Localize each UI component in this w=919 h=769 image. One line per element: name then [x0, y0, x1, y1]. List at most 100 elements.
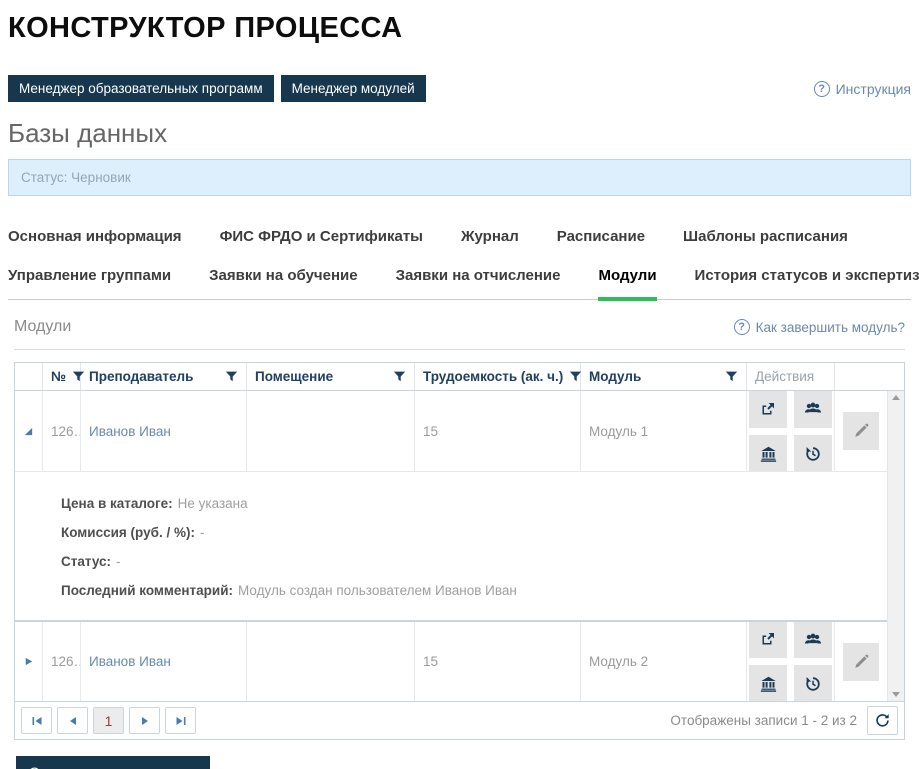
- row-actions: [749, 622, 832, 701]
- users-icon: [804, 401, 822, 416]
- column-header-actions: Действия: [755, 369, 814, 384]
- cell-module: Модуль 2: [581, 622, 747, 701]
- table-row[interactable]: 126… Иванов Иван 15 Модуль 2: [15, 621, 887, 701]
- empty-column-header: [835, 363, 904, 390]
- programs-manager-button[interactable]: Менеджер образовательных программ: [8, 75, 274, 102]
- detail-price-label: Цена в каталоге:: [61, 496, 173, 511]
- detail-comment: Последний комментарий: Модуль создан поль…: [61, 583, 877, 598]
- detail-price-value: Не указана: [178, 496, 248, 511]
- tabs-row-1: Основная информация ФИС ФРДО и Сертифика…: [8, 228, 911, 245]
- expand-column-header: [15, 363, 43, 390]
- previous-page-button[interactable]: [57, 707, 88, 734]
- next-page-button[interactable]: [129, 707, 160, 734]
- instruction-label: Инструкция: [836, 81, 911, 97]
- teacher-link[interactable]: Иванов Иван: [89, 654, 171, 669]
- finish-module-help-label: Как завершить модуль?: [756, 320, 905, 335]
- column-header-room: Помещение: [255, 369, 333, 384]
- group-button[interactable]: [794, 622, 832, 658]
- institution-button[interactable]: [749, 435, 787, 472]
- tab-enrollment-requests[interactable]: Заявки на обучение: [209, 267, 357, 299]
- detail-comment-value: Модуль создан пользователем Иванов Иван: [238, 583, 517, 598]
- tab-group-management[interactable]: Управление группами: [8, 267, 171, 299]
- bottom-actions: Отправить на модерацию Удалить процесс: [16, 756, 911, 769]
- cell-room: [247, 622, 415, 701]
- tab-journal[interactable]: Журнал: [461, 228, 519, 245]
- teacher-link[interactable]: Иванов Иван: [89, 424, 171, 439]
- tab-expulsion-requests[interactable]: Заявки на отчисление: [396, 267, 561, 299]
- tab-fis-frdo[interactable]: ФИС ФРДО и Сертификаты: [220, 228, 423, 245]
- tabs-row-2: Управление группами Заявки на обучение З…: [8, 267, 911, 300]
- edit-button[interactable]: [843, 643, 879, 681]
- filter-icon[interactable]: [725, 370, 738, 383]
- tab-modules[interactable]: Модули: [598, 267, 656, 301]
- bank-icon: [760, 676, 777, 692]
- column-header-workload: Трудоемкость (ак. ч.): [423, 369, 563, 384]
- cell-number: 126…: [43, 622, 81, 701]
- table-body: 126… Иванов Иван 15 Модуль 1: [15, 391, 904, 701]
- open-external-button[interactable]: [749, 622, 787, 658]
- modules-table: № Преподаватель Помещение Трудоемкость (…: [14, 362, 905, 740]
- filter-icon[interactable]: [393, 370, 406, 383]
- cell-workload: 15: [415, 391, 581, 471]
- question-circle-icon: ?: [814, 81, 830, 97]
- previous-page-icon: [67, 715, 79, 727]
- last-page-icon: [175, 715, 187, 727]
- history-button[interactable]: [794, 435, 832, 472]
- cell-workload: 15: [415, 622, 581, 701]
- instruction-link[interactable]: ? Инструкция: [814, 81, 911, 97]
- first-page-button[interactable]: [21, 707, 52, 734]
- tab-main-info[interactable]: Основная информация: [8, 228, 182, 245]
- vertical-scrollbar[interactable]: [887, 391, 904, 701]
- scroll-down-icon[interactable]: [892, 692, 900, 697]
- institution-button[interactable]: [749, 665, 787, 701]
- cell-room: [247, 391, 415, 471]
- expand-row-icon[interactable]: [23, 656, 34, 667]
- edit-button[interactable]: [843, 412, 879, 450]
- table-row[interactable]: 126… Иванов Иван 15 Модуль 1: [15, 391, 887, 471]
- history-icon: [805, 676, 821, 692]
- tab-status-history[interactable]: История статусов и экспертизы: [695, 267, 919, 299]
- pencil-icon: [853, 423, 869, 439]
- detail-comment-label: Последний комментарий:: [61, 583, 233, 598]
- detail-commission-value: -: [200, 525, 205, 540]
- collapse-row-icon[interactable]: [23, 426, 34, 437]
- detail-commission: Комиссия (руб. / %):-: [61, 525, 877, 540]
- users-icon: [804, 632, 822, 647]
- external-link-icon: [760, 401, 776, 417]
- question-circle-icon: ?: [734, 319, 750, 335]
- detail-price: Цена в каталоге: Не указана: [61, 496, 877, 511]
- tab-schedule[interactable]: Расписание: [557, 228, 645, 245]
- entity-title: Базы данных: [8, 118, 911, 149]
- group-button[interactable]: [794, 391, 832, 428]
- detail-status: Статус:-: [61, 554, 877, 569]
- modules-manager-button[interactable]: Менеджер модулей: [281, 75, 426, 102]
- pagination-summary: Отображены записи 1 - 2 из 2: [670, 713, 857, 728]
- detail-commission-label: Комиссия (руб. / %):: [61, 525, 195, 540]
- column-header-number: №: [51, 369, 66, 384]
- tab-schedule-templates[interactable]: Шаблоны расписания: [683, 228, 848, 245]
- pencil-icon: [853, 654, 869, 670]
- tabs: Основная информация ФИС ФРДО и Сертифика…: [8, 228, 911, 300]
- process-constructor-page: КОНСТРУКТОР ПРОЦЕССА Менеджер образовате…: [0, 0, 919, 769]
- current-page-button[interactable]: 1: [93, 707, 124, 734]
- next-page-icon: [139, 715, 151, 727]
- pagination-bar: 1 Отображены записи 1 - 2 из 2: [15, 701, 904, 739]
- row-actions: [749, 391, 832, 471]
- page-title: КОНСТРУКТОР ПРОЦЕССА: [8, 12, 911, 45]
- open-external-button[interactable]: [749, 391, 787, 428]
- modules-section-title: Модули: [14, 318, 71, 336]
- send-moderation-button[interactable]: Отправить на модерацию: [16, 756, 210, 769]
- manager-buttons: Менеджер образовательных программ Менедж…: [8, 75, 426, 102]
- scroll-up-icon[interactable]: [892, 395, 900, 400]
- last-page-button[interactable]: [165, 707, 196, 734]
- filter-icon[interactable]: [225, 370, 238, 383]
- status-bar: Статус: Черновик: [8, 159, 911, 196]
- column-header-teacher: Преподаватель: [89, 369, 193, 384]
- finish-module-help-link[interactable]: ? Как завершить модуль?: [734, 319, 905, 335]
- history-button[interactable]: [794, 665, 832, 701]
- detail-status-label: Статус:: [61, 554, 111, 569]
- refresh-button[interactable]: [867, 706, 898, 735]
- cell-module: Модуль 1: [581, 391, 747, 471]
- bank-icon: [760, 446, 777, 462]
- modules-section-header: Модули ? Как завершить модуль?: [14, 318, 905, 350]
